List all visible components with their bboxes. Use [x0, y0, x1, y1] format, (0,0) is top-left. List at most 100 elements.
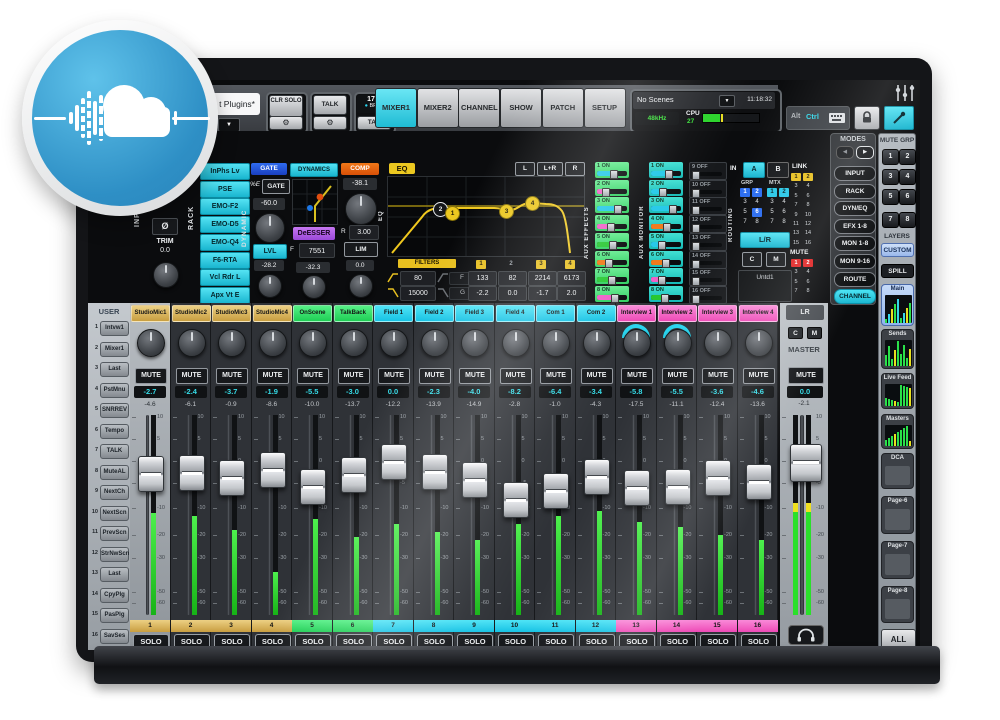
dynamics-knob[interactable] — [302, 275, 326, 299]
channel-name[interactable]: StudioMic1 — [131, 305, 170, 322]
user-button-last[interactable]: Last — [100, 362, 129, 377]
fader-handle[interactable] — [381, 444, 407, 480]
layer-page-livefeed[interactable]: Live Feed — [881, 373, 914, 409]
fader-track[interactable] — [754, 415, 757, 615]
link-16[interactable]: 16 — [803, 239, 813, 247]
fader-track[interactable] — [146, 415, 149, 615]
routing-mtx-1[interactable]: 1 — [767, 188, 777, 197]
eq-mode-lr[interactable]: L+R — [537, 162, 563, 176]
rack-plugin[interactable]: InPhs Lv — [200, 163, 250, 180]
user-button-tempo[interactable]: Tempo — [100, 424, 129, 439]
aux-monitor-send[interactable]: 7 ON — [649, 268, 683, 284]
aux-effects-send[interactable]: 6 ON — [595, 251, 629, 267]
plugins-dropdown-button[interactable]: ▼ — [218, 118, 240, 132]
eq-band-header[interactable]: 3 — [536, 260, 546, 269]
link-9[interactable]: 9 — [791, 211, 801, 219]
phase-button[interactable]: Ø — [152, 218, 178, 235]
channel-knob[interactable] — [421, 329, 449, 357]
fader-handle[interactable] — [462, 462, 488, 498]
mutegrid-3[interactable]: 3 — [791, 268, 801, 276]
channel-name[interactable]: StudioMic4 — [253, 305, 292, 322]
gate-knob[interactable] — [255, 213, 285, 243]
mute-button[interactable]: MUTE — [297, 368, 329, 384]
mutegrid-7[interactable]: 7 — [791, 287, 801, 295]
mode-input[interactable]: INPUT — [834, 166, 876, 181]
aux-handle[interactable] — [662, 259, 670, 268]
eq-band-freq[interactable]: 82 — [498, 271, 527, 286]
fader-handle[interactable] — [503, 482, 529, 518]
channel-name[interactable]: OnScene — [293, 305, 332, 322]
mute-button[interactable]: MUTE — [176, 368, 208, 384]
aux-handle[interactable] — [661, 294, 669, 303]
rack-plugin[interactable]: Vcl Rdr L — [200, 269, 250, 286]
user-button-strnwscn[interactable]: StrNwScn — [100, 547, 129, 562]
fader-handle[interactable] — [341, 457, 367, 493]
channel-knob[interactable] — [542, 329, 570, 357]
mutegrid-6[interactable]: 6 — [803, 278, 813, 286]
mute-button[interactable]: MUTE — [378, 368, 410, 384]
mode-dyneq[interactable]: DYN/EQ — [834, 201, 876, 216]
fader-handle[interactable] — [624, 470, 650, 506]
aux-handle[interactable] — [692, 224, 700, 233]
mute-button[interactable]: MUTE — [702, 368, 734, 384]
aux-handle[interactable] — [692, 295, 700, 304]
headphone-button[interactable] — [788, 625, 824, 645]
spill-button[interactable]: SPILL — [881, 264, 914, 278]
channel-name[interactable]: StudioMic3 — [212, 305, 251, 322]
lpf-value[interactable]: 15000 — [400, 286, 436, 301]
channel-knob[interactable] — [583, 329, 611, 357]
channel-knob[interactable] — [178, 329, 206, 357]
aux-handle[interactable] — [605, 259, 613, 268]
channel-name[interactable]: Field 3 — [455, 305, 494, 322]
rack-plugin[interactable]: Apx Vt E — [200, 287, 250, 304]
channel-knob[interactable] — [664, 329, 692, 357]
master-name[interactable]: LR — [786, 305, 824, 320]
aux-monitor-send[interactable]: 1 ON — [649, 162, 683, 178]
fader-handle[interactable] — [746, 464, 772, 500]
user-button-nextscn[interactable]: NextScn — [100, 506, 129, 521]
routing-grp-1[interactable]: 1 — [740, 188, 750, 197]
aux-off-send[interactable]: 14 OFF — [689, 251, 727, 269]
channel-name[interactable]: Field 4 — [496, 305, 535, 322]
aux-off-send[interactable]: 11 OFF — [689, 197, 727, 215]
mutegrid-8[interactable]: 8 — [803, 287, 813, 295]
routing-lr-button[interactable]: L/R — [740, 232, 790, 248]
link-10[interactable]: 10 — [803, 211, 813, 219]
mode-channel[interactable]: CHANNEL — [834, 289, 876, 304]
channel-name[interactable]: Field 1 — [374, 305, 413, 322]
routing-name-box[interactable]: Untd1 — [738, 270, 792, 302]
mute-button[interactable]: MUTE — [743, 368, 775, 384]
link-4[interactable]: 4 — [803, 182, 813, 190]
fader-handle[interactable] — [790, 444, 822, 482]
deesser-button[interactable]: DeESSER — [293, 227, 335, 240]
aux-monitor-send[interactable]: 3 ON — [649, 197, 683, 213]
lock-button[interactable] — [854, 106, 880, 130]
fader-handle[interactable] — [665, 469, 691, 505]
channel-name[interactable]: Interview 1 — [617, 305, 656, 322]
user-button-last[interactable]: Last — [100, 567, 129, 582]
channel-knob[interactable] — [461, 329, 489, 357]
eq-band-header[interactable]: 1 — [476, 260, 486, 269]
eq-point-3[interactable]: 3 — [499, 204, 514, 219]
eq-band-gain[interactable]: 0.0 — [498, 286, 527, 301]
link-14[interactable]: 14 — [803, 229, 813, 237]
aux-handle[interactable] — [607, 223, 615, 232]
talk-button[interactable]: TALK — [313, 95, 347, 115]
fader-handle[interactable] — [584, 459, 610, 495]
comp-knob[interactable] — [345, 193, 377, 225]
eq-point-4[interactable]: 4 — [525, 196, 540, 211]
user-button-snrrev[interactable]: SNRREV — [100, 403, 129, 418]
routing-grp-5[interactable]: 5 — [740, 208, 750, 217]
mute-button[interactable]: MUTE — [459, 368, 491, 384]
link-3[interactable]: 3 — [791, 182, 801, 190]
eq-band-gain[interactable]: -2.2 — [468, 286, 497, 301]
mute-grp-6[interactable]: 6 — [899, 189, 916, 205]
aux-handle[interactable] — [658, 241, 666, 250]
layer-page-masters[interactable]: Masters — [881, 414, 914, 449]
layer-page-sends[interactable]: Sends — [881, 329, 914, 369]
aux-monitor-send[interactable]: 6 ON — [649, 251, 683, 267]
routing-a-button[interactable]: A — [743, 162, 765, 178]
pointer-button[interactable] — [884, 106, 914, 130]
mute-grp-8[interactable]: 8 — [899, 212, 916, 228]
aux-handle[interactable] — [602, 188, 610, 197]
